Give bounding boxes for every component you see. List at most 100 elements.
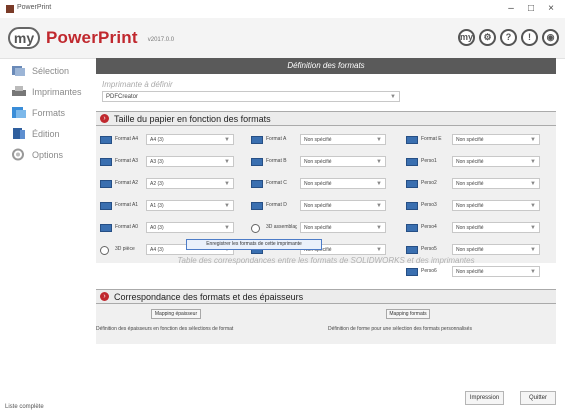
correspondence-section-header[interactable]: › Correspondance des formats et des épai…: [96, 289, 556, 304]
chevron-down-icon: ▼: [530, 203, 536, 209]
chevron-down-icon: ▼: [376, 247, 382, 253]
format-label: Perso4: [421, 224, 437, 230]
chevron-down-icon: ▼: [530, 247, 536, 253]
format-row: Format A4 A4 (3) ▼: [100, 131, 238, 153]
format-label: Format B: [266, 158, 287, 164]
format-row: 3D assemblage Non spécifié ▼: [251, 219, 391, 241]
format-select-value: Non spécifié: [304, 159, 332, 165]
format-select[interactable]: A0 (3) ▼: [146, 222, 234, 233]
format-icon: [100, 158, 112, 166]
print-button[interactable]: Impression: [465, 391, 504, 405]
format-select-value: Non spécifié: [304, 181, 332, 187]
logo-my: my: [8, 27, 40, 49]
power-icon[interactable]: ◉: [542, 29, 559, 46]
format-select[interactable]: Non spécifié ▼: [300, 134, 386, 145]
assign-formats-button[interactable]: Enregistrer les formats de cette imprima…: [186, 239, 322, 250]
format-select[interactable]: A3 (3) ▼: [146, 156, 234, 167]
format-select[interactable]: Non spécifié ▼: [300, 222, 386, 233]
info-icon[interactable]: !: [521, 29, 538, 46]
format-select[interactable]: Non spécifié ▼: [452, 134, 540, 145]
format-select[interactable]: Non spécifié ▼: [300, 156, 386, 167]
format-select[interactable]: Non spécifié ▼: [300, 200, 386, 211]
mapping-formats-button[interactable]: Mapping formats: [386, 309, 430, 319]
format-row: Format A1 A1 (3) ▼: [100, 197, 238, 219]
options-icon: [11, 148, 27, 161]
sidebar-item-options[interactable]: Options: [0, 144, 93, 165]
format-select[interactable]: Non spécifié ▼: [452, 156, 540, 167]
paper-section-header[interactable]: › Taille du papier en fonction des forma…: [96, 111, 556, 126]
chevron-down-icon: ▼: [530, 159, 536, 165]
mapping-thickness-desc: Définition des épaisseurs en fonction de…: [96, 326, 234, 332]
format-select-value: Non spécifié: [304, 225, 332, 231]
format-select-value: Non spécifié: [456, 247, 484, 253]
chevron-down-icon: ▼: [224, 203, 230, 209]
edition-icon: [11, 127, 27, 140]
mapping-thickness-button[interactable]: Mapping épaisseur: [151, 309, 201, 319]
sidebar-item-label: Sélection: [32, 65, 70, 76]
format-icon: [406, 246, 418, 254]
format-row: Format C Non spécifié ▼: [251, 175, 391, 197]
chevron-down-icon: ▼: [376, 137, 382, 143]
format-select[interactable]: Non spécifié ▼: [452, 222, 540, 233]
clock-icon: [100, 246, 109, 255]
sidebar-item-label: Formats: [32, 107, 66, 118]
page-title: Définition des formats: [96, 58, 556, 74]
format-select[interactable]: A4 (3) ▼: [146, 134, 234, 145]
sidebar-item-label: Imprimantes: [32, 86, 82, 97]
format-label: Format E: [421, 136, 442, 142]
format-select[interactable]: A1 (3) ▼: [146, 200, 234, 211]
chevron-down-icon: ▼: [376, 203, 382, 209]
help-icon[interactable]: ?: [500, 29, 517, 46]
maximize-button[interactable]: □: [524, 3, 538, 15]
chevron-down-icon: ▼: [224, 181, 230, 187]
main-panel: Définition des formats Imprimante à défi…: [96, 58, 556, 344]
format-label: Format D: [266, 202, 287, 208]
format-select[interactable]: Non spécifié ▼: [452, 266, 540, 277]
format-select[interactable]: Non spécifié ▼: [452, 200, 540, 211]
quit-button[interactable]: Quitter: [520, 391, 556, 405]
close-button[interactable]: ×: [544, 3, 558, 15]
sidebar-item-label: Édition: [32, 128, 60, 139]
settings-icon[interactable]: ⚙: [479, 29, 496, 46]
sidebar-item-printers[interactable]: Imprimantes: [0, 81, 93, 102]
format-label: Perso2: [421, 180, 437, 186]
format-label: Perso6: [421, 268, 437, 274]
minimize-button[interactable]: –: [504, 3, 518, 15]
sidebar-item-formats[interactable]: Formats: [0, 102, 93, 123]
format-row: Format A Non spécifié ▼: [251, 131, 391, 153]
sidebar-item-edition[interactable]: Édition: [0, 123, 93, 144]
printer-select[interactable]: PDFCreator ▼: [102, 91, 400, 102]
selection-icon: [11, 64, 27, 77]
title-bar: PowerPrint – □ ×: [0, 0, 565, 18]
app-icon: [6, 5, 14, 13]
format-row: Perso2 Non spécifié ▼: [406, 175, 546, 197]
chevron-icon: ›: [100, 114, 109, 123]
format-select-value: Non spécifié: [456, 137, 484, 143]
sidebar-item-selection[interactable]: Sélection: [0, 60, 93, 81]
format-select-value: A4 (3): [150, 137, 164, 143]
format-label: 3D assemblage: [266, 224, 297, 230]
format-row: Perso6 Non spécifié ▼: [406, 263, 546, 285]
format-select[interactable]: Non spécifié ▼: [300, 178, 386, 189]
paper-panel: Format A4 A4 (3) ▼ Format A3 A3 (3) ▼ Format A…: [96, 126, 556, 277]
format-select[interactable]: A2 (3) ▼: [146, 178, 234, 189]
version-label: v2017.0.0: [147, 37, 175, 43]
format-select-value: Non spécifié: [456, 203, 484, 209]
format-select-value: A2 (3): [150, 181, 164, 187]
section-title: Correspondance des formats et des épaiss…: [114, 291, 304, 302]
chevron-down-icon: ▼: [224, 159, 230, 165]
chevron-down-icon: ▼: [224, 225, 230, 231]
formats-icon: [11, 106, 27, 119]
format-row: Format A2 A2 (3) ▼: [100, 175, 238, 197]
app-header: my PowerPrint v2017.0.0 my ⚙ ? ! ◉: [0, 18, 565, 59]
format-row: Format B Non spécifié ▼: [251, 153, 391, 175]
format-icon: [406, 158, 418, 166]
format-select[interactable]: Non spécifié ▼: [452, 178, 540, 189]
format-select[interactable]: Non spécifié ▼: [452, 244, 540, 255]
chevron-down-icon: ▼: [390, 94, 396, 100]
format-select-value: A4 (3): [150, 247, 164, 253]
my-icon[interactable]: my: [458, 29, 475, 46]
format-label: Format A3: [115, 158, 139, 164]
format-select-value: A0 (3): [150, 225, 164, 231]
format-icon: [406, 268, 418, 276]
